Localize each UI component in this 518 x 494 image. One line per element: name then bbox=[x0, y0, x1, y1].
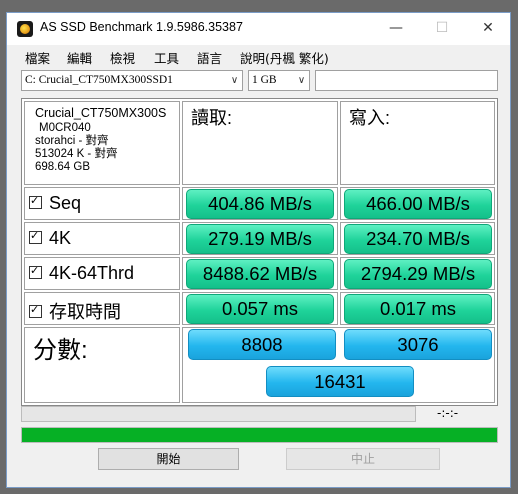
menu-edit[interactable]: 編輯 bbox=[67, 48, 92, 67]
drive-select[interactable]: C: Crucial_CT750MX300SSD1 ∨ bbox=[21, 70, 243, 91]
drive-capacity: 698.64 GB bbox=[35, 161, 90, 173]
read-header-cell: 讀取: bbox=[182, 101, 338, 185]
menu-language[interactable]: 語言 bbox=[197, 48, 222, 67]
checkbox-icon[interactable] bbox=[29, 228, 42, 244]
chevron-down-icon: ∨ bbox=[297, 75, 306, 86]
menu-tools[interactable]: 工具 bbox=[154, 48, 179, 67]
menu-help[interactable]: 說明(丹楓 繁化) bbox=[240, 48, 329, 67]
score-label: 分數: bbox=[33, 337, 88, 364]
size-select[interactable]: 1 GB ∨ bbox=[248, 70, 310, 91]
write-header-cell: 寫入: bbox=[340, 101, 495, 185]
4k64-read-value: 8488.62 MB/s bbox=[186, 259, 334, 289]
result-name-input[interactable] bbox=[315, 70, 498, 91]
menu-view[interactable]: 檢視 bbox=[110, 48, 135, 67]
title-bar: AS SSD Benchmark 1.9.5986.35387 — ☐ ✕ bbox=[7, 13, 510, 45]
chevron-down-icon: ∨ bbox=[230, 75, 239, 86]
app-window: AS SSD Benchmark 1.9.5986.35387 — ☐ ✕ 檔案… bbox=[6, 12, 511, 488]
results-grid: Crucial_CT750MX300S M0CR040 storahci - 對… bbox=[21, 98, 498, 406]
write-header: 寫入: bbox=[349, 108, 391, 128]
access-read-value: 0.057 ms bbox=[186, 294, 334, 324]
maximize-button[interactable]: ☐ bbox=[419, 13, 465, 45]
seq-label: Seq bbox=[49, 193, 82, 213]
app-icon bbox=[17, 21, 33, 37]
menu-bar: 檔案 編輯 檢視 工具 語言 說明(丹楓 繁化) bbox=[7, 46, 510, 66]
score-label-cell: 分數: bbox=[24, 327, 180, 403]
score-total-value: 16431 bbox=[266, 366, 414, 397]
drive-model: Crucial_CT750MX300S bbox=[35, 106, 167, 120]
size-select-value: 1 GB bbox=[252, 74, 277, 86]
checkbox-icon[interactable] bbox=[29, 302, 42, 318]
overall-progress-fill bbox=[22, 428, 497, 442]
4k-write-value: 234.70 MB/s bbox=[344, 224, 492, 254]
close-button[interactable]: ✕ bbox=[465, 13, 511, 45]
access-row-label-cell[interactable]: 存取時間 bbox=[24, 292, 180, 325]
elapsed-time: -:-:- bbox=[437, 406, 459, 420]
seq-write-value: 466.00 MB/s bbox=[344, 189, 492, 219]
checkbox-icon[interactable] bbox=[29, 193, 42, 209]
score-read-value: 8808 bbox=[188, 329, 336, 360]
score-write-value: 3076 bbox=[344, 329, 492, 360]
menu-file[interactable]: 檔案 bbox=[25, 48, 50, 67]
minimize-button[interactable]: — bbox=[373, 13, 419, 45]
4k64-write-value: 2794.29 MB/s bbox=[344, 259, 492, 289]
4k-label: 4K bbox=[49, 228, 72, 248]
window-title: AS SSD Benchmark 1.9.5986.35387 bbox=[40, 20, 243, 34]
4k-row-label-cell[interactable]: 4K bbox=[24, 222, 180, 255]
test-progress-bar bbox=[21, 406, 416, 422]
start-button[interactable]: 開始 bbox=[98, 448, 239, 470]
drive-select-value: C: Crucial_CT750MX300SSD1 bbox=[25, 74, 173, 86]
stop-button[interactable]: 中止 bbox=[286, 448, 440, 470]
seq-read-value: 404.86 MB/s bbox=[186, 189, 334, 219]
overall-progress-bar bbox=[21, 427, 498, 443]
drive-alignment: 513024 K - 對齊 bbox=[35, 148, 118, 160]
read-header: 讀取: bbox=[191, 108, 233, 128]
4k64-label: 4K-64Thrd bbox=[49, 263, 135, 283]
checkbox-icon[interactable] bbox=[29, 263, 42, 279]
drive-driver: storahci - 對齊 bbox=[35, 135, 109, 147]
4k-read-value: 279.19 MB/s bbox=[186, 224, 334, 254]
access-time-label: 存取時間 bbox=[49, 302, 121, 322]
drive-firmware: M0CR040 bbox=[39, 122, 91, 134]
4k64-row-label-cell[interactable]: 4K-64Thrd bbox=[24, 257, 180, 290]
drive-info-panel: Crucial_CT750MX300S M0CR040 storahci - 對… bbox=[24, 101, 180, 185]
access-write-value: 0.017 ms bbox=[344, 294, 492, 324]
seq-row-label-cell[interactable]: Seq bbox=[24, 187, 180, 220]
